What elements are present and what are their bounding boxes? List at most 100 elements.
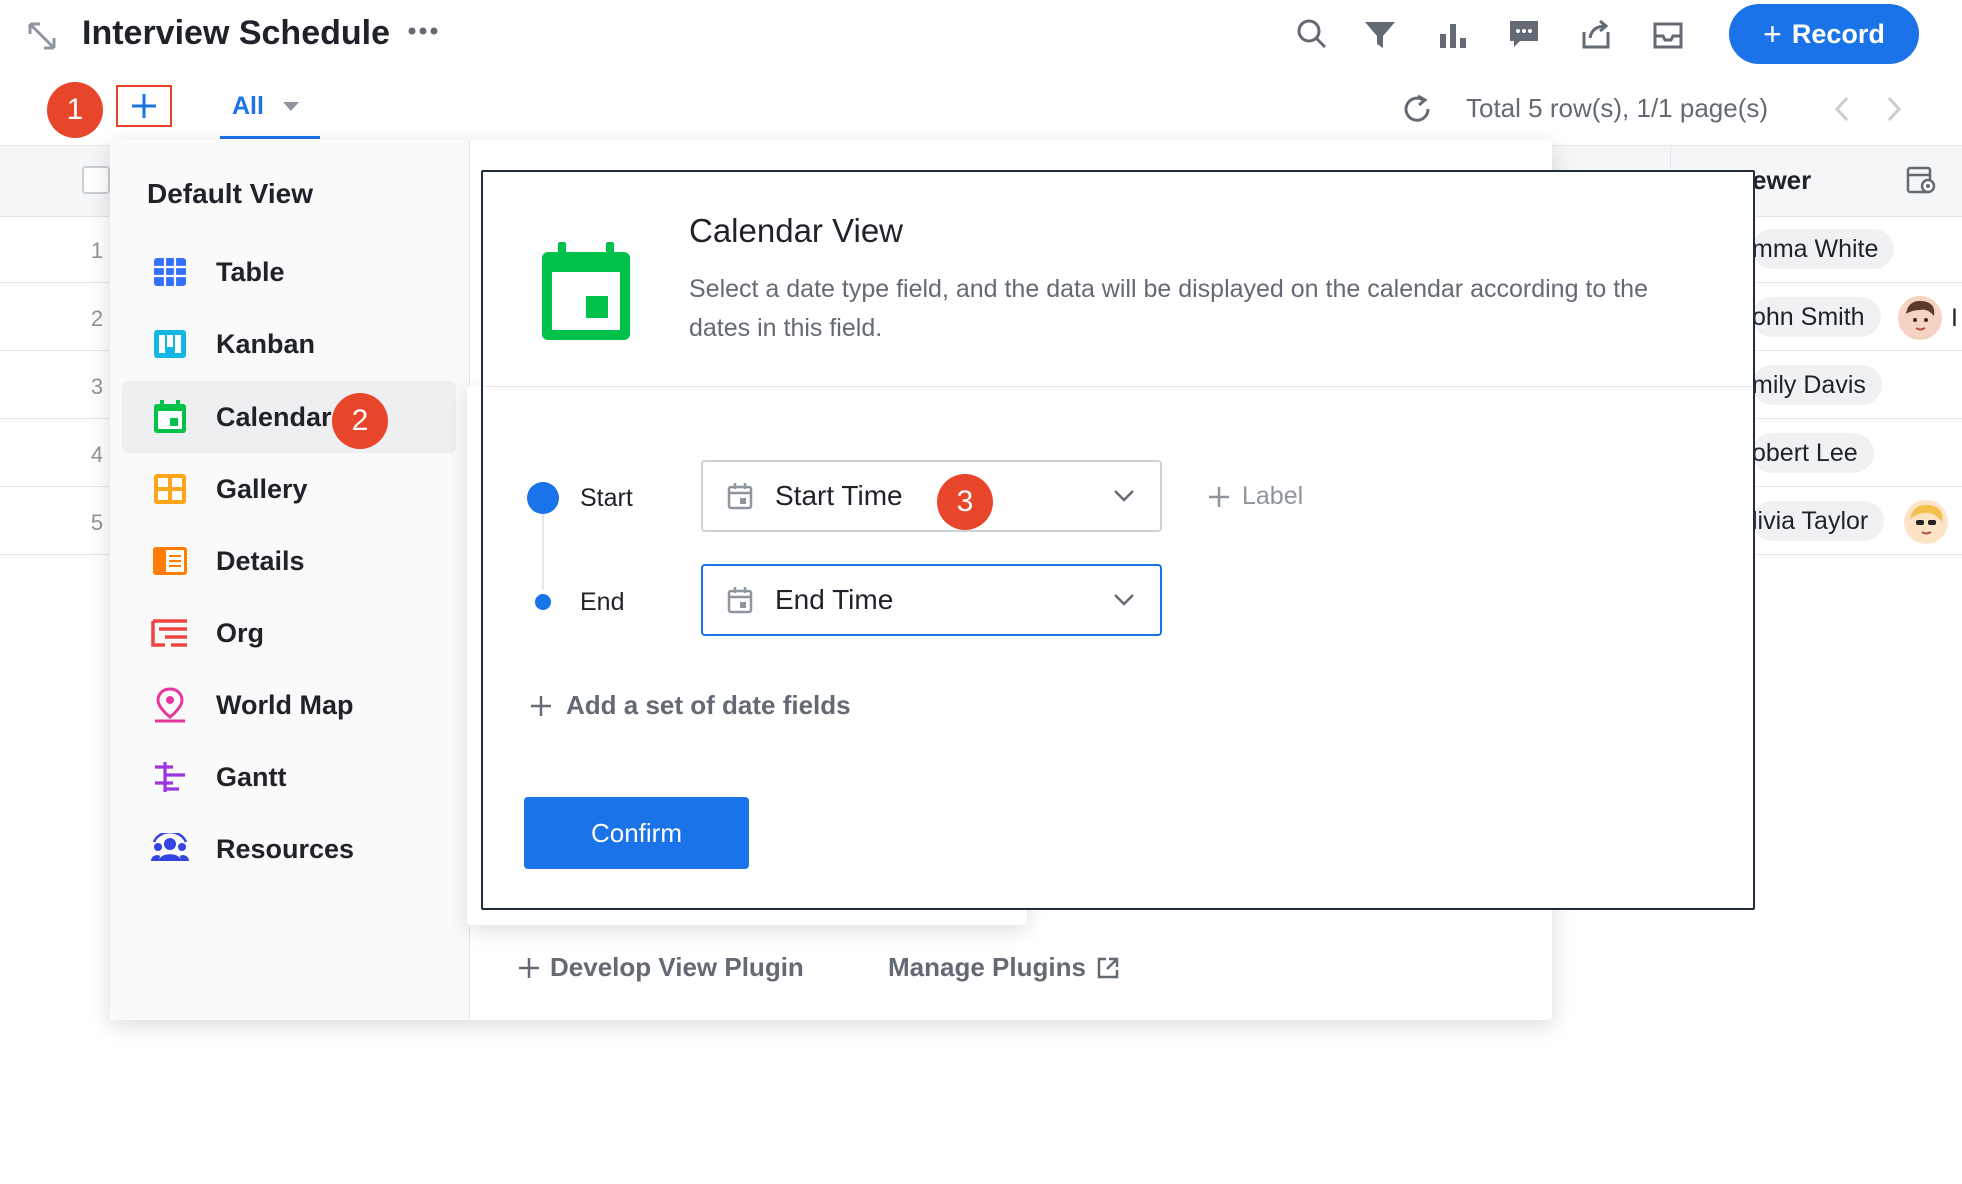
develop-view-plugin-button[interactable]: Develop View Plugin (518, 952, 804, 983)
more-options-icon[interactable] (408, 26, 438, 36)
plus-icon (519, 957, 539, 978)
chevron-down-icon[interactable] (1113, 489, 1135, 503)
next-page-icon[interactable] (1886, 96, 1902, 122)
add-label-text: Label (1242, 482, 1304, 510)
add-date-fields-label: Add a set of date fields (566, 690, 851, 720)
default-view-title: Default View (147, 178, 313, 209)
table-icon (150, 257, 190, 287)
interviewer-chip[interactable]: obert Lee (1752, 433, 1874, 473)
row-number: 1 (90, 238, 104, 263)
external-link-icon (1097, 957, 1119, 978)
view-item-label: Gantt (216, 761, 287, 792)
interviewer-chip[interactable]: livia Taylor (1752, 501, 1885, 541)
record-button-label: Record (1791, 18, 1885, 49)
view-item-calendar[interactable]: Calendar (122, 381, 456, 453)
org-icon (150, 618, 190, 648)
view-item-details[interactable]: Details (122, 525, 456, 597)
date-field-icon (727, 483, 753, 510)
interviewer-chip[interactable]: mily Davis (1752, 365, 1882, 405)
view-item-label: Gallery (216, 473, 308, 504)
row-number: 5 (90, 510, 104, 535)
start-dot (527, 482, 559, 514)
comment-icon[interactable] (1508, 18, 1540, 50)
add-label-button[interactable]: Label (1208, 482, 1303, 511)
kanban-icon (150, 329, 190, 359)
prev-page-icon[interactable] (1834, 96, 1850, 122)
add-date-fields-button[interactable]: Add a set of date fields (530, 690, 851, 721)
pagination-summary: Total 5 row(s), 1/1 page(s) (1466, 93, 1769, 123)
view-item-table[interactable]: Table (122, 236, 456, 308)
plus-icon (132, 94, 156, 118)
view-item-label: Details (216, 545, 305, 576)
timeline-connector (542, 514, 544, 590)
end-field-select[interactable]: End Time (701, 564, 1162, 636)
interviewer-chip[interactable]: mma White (1752, 229, 1895, 269)
view-item-resources[interactable]: Resources (122, 813, 456, 885)
row-number: 2 (90, 306, 104, 331)
view-item-org[interactable]: Org (122, 597, 456, 669)
view-item-label: Kanban (216, 328, 316, 359)
search-icon[interactable] (1296, 18, 1328, 50)
view-item-kanban[interactable]: Kanban (122, 308, 456, 380)
view-item-label: Table (216, 256, 285, 287)
end-dot (535, 594, 551, 610)
plus-icon: + (1763, 16, 1782, 52)
view-item-gantt[interactable]: Gantt (122, 741, 456, 813)
expand-icon[interactable] (26, 20, 58, 52)
interviewer-name: livia Taylor (1752, 506, 1869, 535)
view-item-label: Resources (216, 833, 355, 864)
start-label: Start (580, 484, 633, 512)
manage-plugins-label: Manage Plugins (888, 952, 1086, 982)
avatar (1904, 500, 1948, 544)
manage-plugins-link[interactable]: Manage Plugins (888, 952, 1120, 983)
calendar-view-description: Select a date type field, and the data w… (689, 275, 1648, 342)
add-view-button[interactable] (116, 85, 172, 127)
step-badge-2: 2 (332, 393, 388, 449)
resources-icon (150, 833, 190, 865)
chart-icon[interactable] (1438, 20, 1468, 50)
select-all-checkbox[interactable] (82, 166, 110, 194)
page-title: Interview Schedule (82, 14, 390, 52)
calendar-icon (150, 400, 190, 434)
share-icon[interactable] (1580, 18, 1612, 50)
step-badge-3: 3 (937, 474, 993, 530)
calendar-view-title: Calendar View (689, 212, 904, 249)
refresh-icon[interactable] (1402, 94, 1432, 124)
view-item-world-map[interactable]: World Map (122, 669, 456, 741)
column-header-interviewer[interactable]: ewer (1752, 165, 1811, 196)
view-item-label: Calendar (216, 401, 332, 432)
tab-all[interactable]: All (232, 92, 264, 121)
gantt-icon (150, 761, 190, 793)
overflow-text: I (1951, 304, 1958, 332)
develop-view-plugin-label: Develop View Plugin (550, 952, 804, 982)
confirm-button[interactable]: Confirm (524, 797, 749, 869)
interviewer-name: mily Davis (1752, 370, 1866, 399)
view-item-label: Org (216, 617, 265, 648)
interviewer-chip[interactable]: ohn Smith (1752, 297, 1881, 337)
inbox-icon[interactable] (1652, 20, 1684, 50)
gallery-icon (150, 473, 190, 505)
plus-icon (531, 695, 551, 716)
calendar-icon (540, 242, 632, 342)
chevron-down-icon[interactable] (282, 101, 300, 112)
filter-icon[interactable] (1364, 20, 1396, 50)
date-field-icon (727, 587, 753, 614)
start-field-select[interactable]: Start Time (701, 460, 1162, 532)
chevron-down-icon[interactable] (1113, 593, 1135, 607)
tab-underline (220, 136, 320, 139)
end-label: End (580, 588, 625, 616)
view-item-label: World Map (216, 689, 354, 720)
add-record-button[interactable]: + Record (1729, 4, 1919, 64)
field-settings-icon[interactable] (1905, 164, 1937, 196)
row-number: 3 (90, 374, 104, 399)
interviewer-name: ohn Smith (1752, 302, 1865, 331)
details-icon (150, 546, 190, 576)
plus-icon (1209, 486, 1229, 507)
map-pin-icon (150, 687, 190, 723)
end-field-value: End Time (775, 584, 894, 615)
view-item-gallery[interactable]: Gallery (122, 453, 456, 525)
step-badge-1: 1 (47, 82, 103, 138)
row-number: 4 (90, 442, 104, 467)
start-field-value: Start Time (775, 480, 903, 511)
interviewer-name: obert Lee (1752, 438, 1858, 467)
